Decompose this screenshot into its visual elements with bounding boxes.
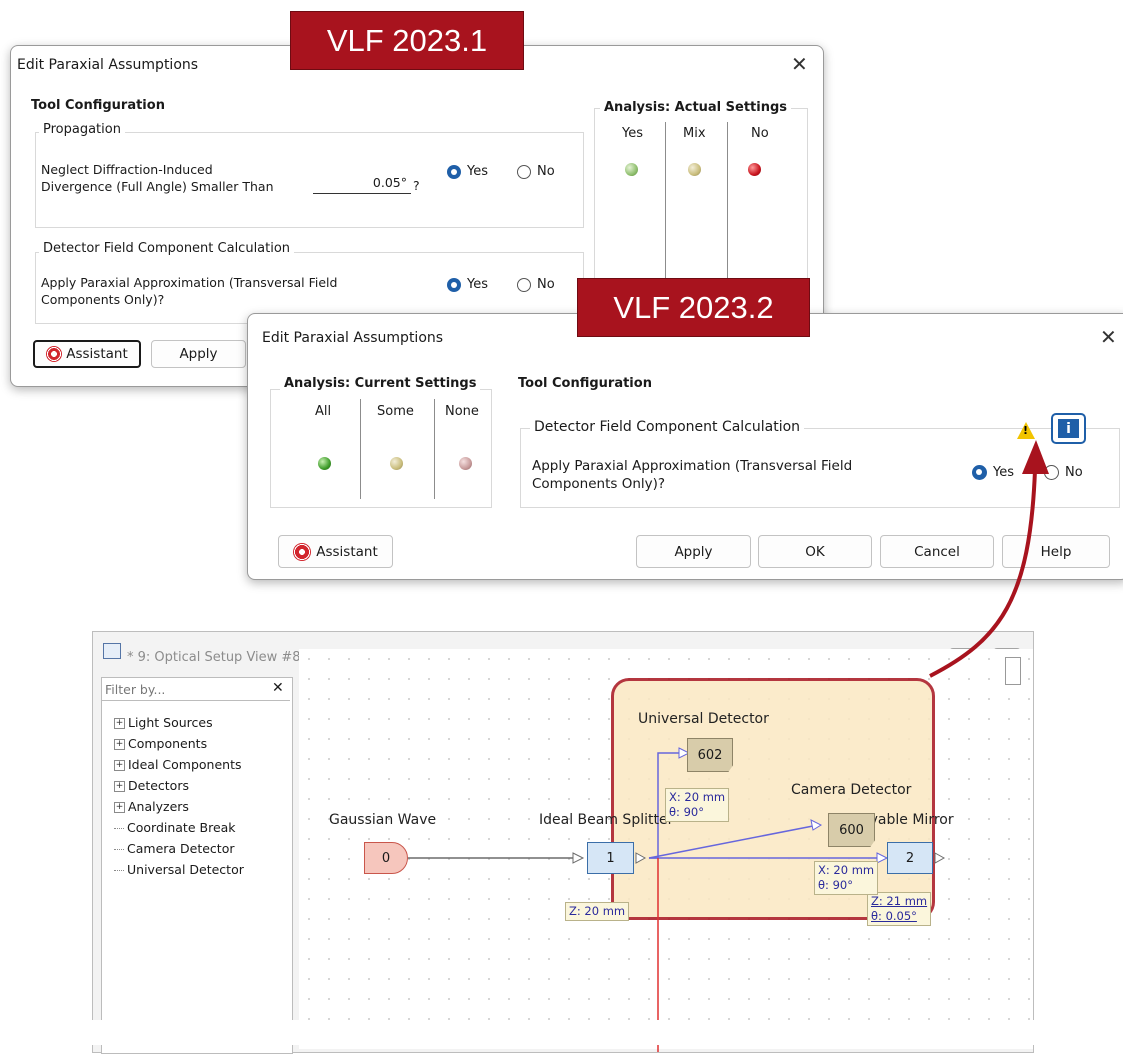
callout-arrow: [929, 440, 1049, 678]
callout-arrow-path: [929, 469, 1037, 678]
callout-arrow-head: [1022, 440, 1049, 474]
